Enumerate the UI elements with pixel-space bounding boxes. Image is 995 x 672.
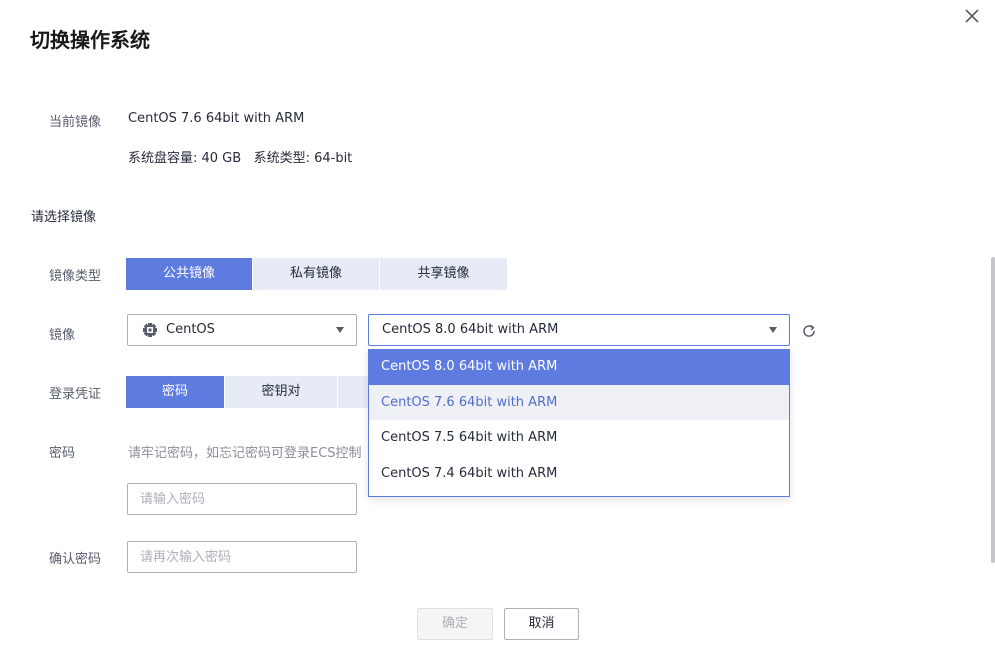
version-dropdown-menu: CentOS 8.0 64bit with ARM CentOS 7.6 64b…: [368, 349, 790, 497]
close-icon[interactable]: [962, 6, 982, 26]
dialog-title: 切换操作系统: [30, 28, 150, 52]
image-type-segment: 公共镜像 私有镜像 共享镜像: [126, 258, 507, 290]
image-type-label: 镜像类型: [49, 269, 102, 284]
cancel-button[interactable]: 取消: [504, 608, 579, 640]
confirm-password-input[interactable]: [127, 541, 357, 573]
os-select-value: CentOS: [166, 322, 215, 337]
chevron-down-icon: [769, 327, 777, 333]
select-image-heading: 请选择镜像: [31, 210, 97, 225]
confirm-button[interactable]: 确定: [417, 608, 493, 640]
current-image-details: 系统盘容量: 40 GB 系统类型: 64-bit: [128, 151, 353, 166]
tab-password[interactable]: 密码: [126, 376, 225, 408]
tab-shared-image[interactable]: 共享镜像: [380, 258, 507, 290]
dropdown-option-centos-7-4[interactable]: CentOS 7.4 64bit with ARM: [369, 456, 789, 492]
login-credential-label: 登录凭证: [49, 387, 102, 402]
dropdown-option-centos-8-0[interactable]: CentOS 8.0 64bit with ARM: [369, 349, 789, 385]
version-select[interactable]: CentOS 8.0 64bit with ARM: [368, 314, 790, 346]
tab-keypair-extension[interactable]: [338, 376, 368, 408]
refresh-icon[interactable]: [801, 323, 817, 339]
password-input[interactable]: [127, 483, 357, 515]
centos-logo-icon: [143, 323, 157, 337]
tab-public-image[interactable]: 公共镜像: [126, 258, 253, 290]
tab-private-image[interactable]: 私有镜像: [253, 258, 380, 290]
version-select-value: CentOS 8.0 64bit with ARM: [382, 322, 559, 337]
login-credential-segment: 密码 密钥对: [126, 376, 368, 408]
chevron-down-icon: [336, 327, 344, 333]
dropdown-option-centos-7-6[interactable]: CentOS 7.6 64bit with ARM: [369, 384, 789, 420]
password-label: 密码: [49, 446, 76, 461]
os-select[interactable]: CentOS: [127, 314, 357, 346]
current-image-value: CentOS 7.6 64bit with ARM: [128, 111, 305, 126]
scrollbar[interactable]: [991, 257, 995, 563]
image-label: 镜像: [49, 328, 76, 343]
confirm-password-label: 确认密码: [49, 552, 102, 567]
dropdown-option-centos-7-5[interactable]: CentOS 7.5 64bit with ARM: [369, 420, 789, 456]
password-hint: 请牢记密码，如忘记密码可登录ECS控制: [128, 446, 362, 461]
tab-keypair[interactable]: 密钥对: [225, 376, 338, 408]
current-image-label: 当前镜像: [49, 115, 102, 130]
